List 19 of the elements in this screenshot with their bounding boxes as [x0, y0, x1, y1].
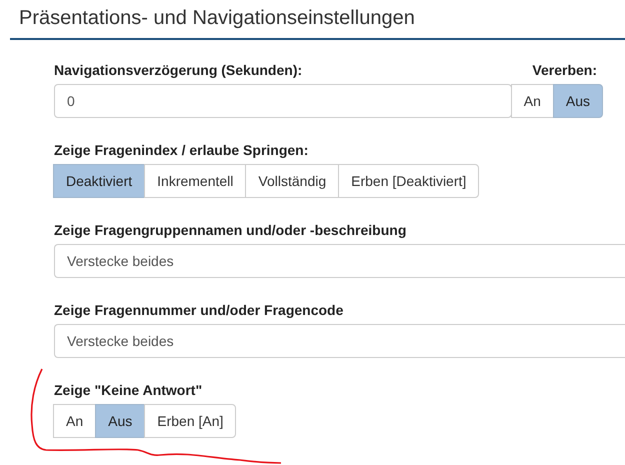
toggle-option[interactable]: Inkrementell	[144, 164, 246, 198]
toggle-option[interactable]: An	[53, 404, 96, 438]
field-label: Zeige Fragenindex / erlaube Springen:	[54, 141, 308, 160]
field-label: Navigationsverzögerung (Sekunden):	[54, 61, 304, 80]
field-label: Zeige "Keine Antwort"	[54, 381, 202, 400]
dropdown-select[interactable]: Verstecke beides	[54, 244, 625, 278]
toggle-option[interactable]: Aus	[552, 84, 603, 118]
toggle-option[interactable]: An	[510, 84, 554, 118]
field-label: Vererben:	[532, 61, 597, 80]
field-label: Zeige Fragennummer und/oder Fragencode	[54, 301, 344, 320]
field-label: Zeige Fragengruppennamen und/oder -beschreibung	[54, 221, 406, 240]
toggle-option[interactable]: Erben [Deaktiviert]	[338, 164, 480, 198]
toggle-option[interactable]: Aus	[95, 404, 146, 438]
section-title: Präsentations- und Navigationseinstellungen	[19, 6, 415, 31]
toggle-option[interactable]: Vollständig	[245, 164, 340, 198]
toggle-option[interactable]: Erben [An]	[144, 404, 236, 438]
number-input[interactable]: 0	[54, 84, 512, 118]
toggle-option[interactable]: Deaktiviert	[53, 164, 146, 198]
dropdown-select[interactable]: Verstecke beides	[54, 324, 625, 358]
